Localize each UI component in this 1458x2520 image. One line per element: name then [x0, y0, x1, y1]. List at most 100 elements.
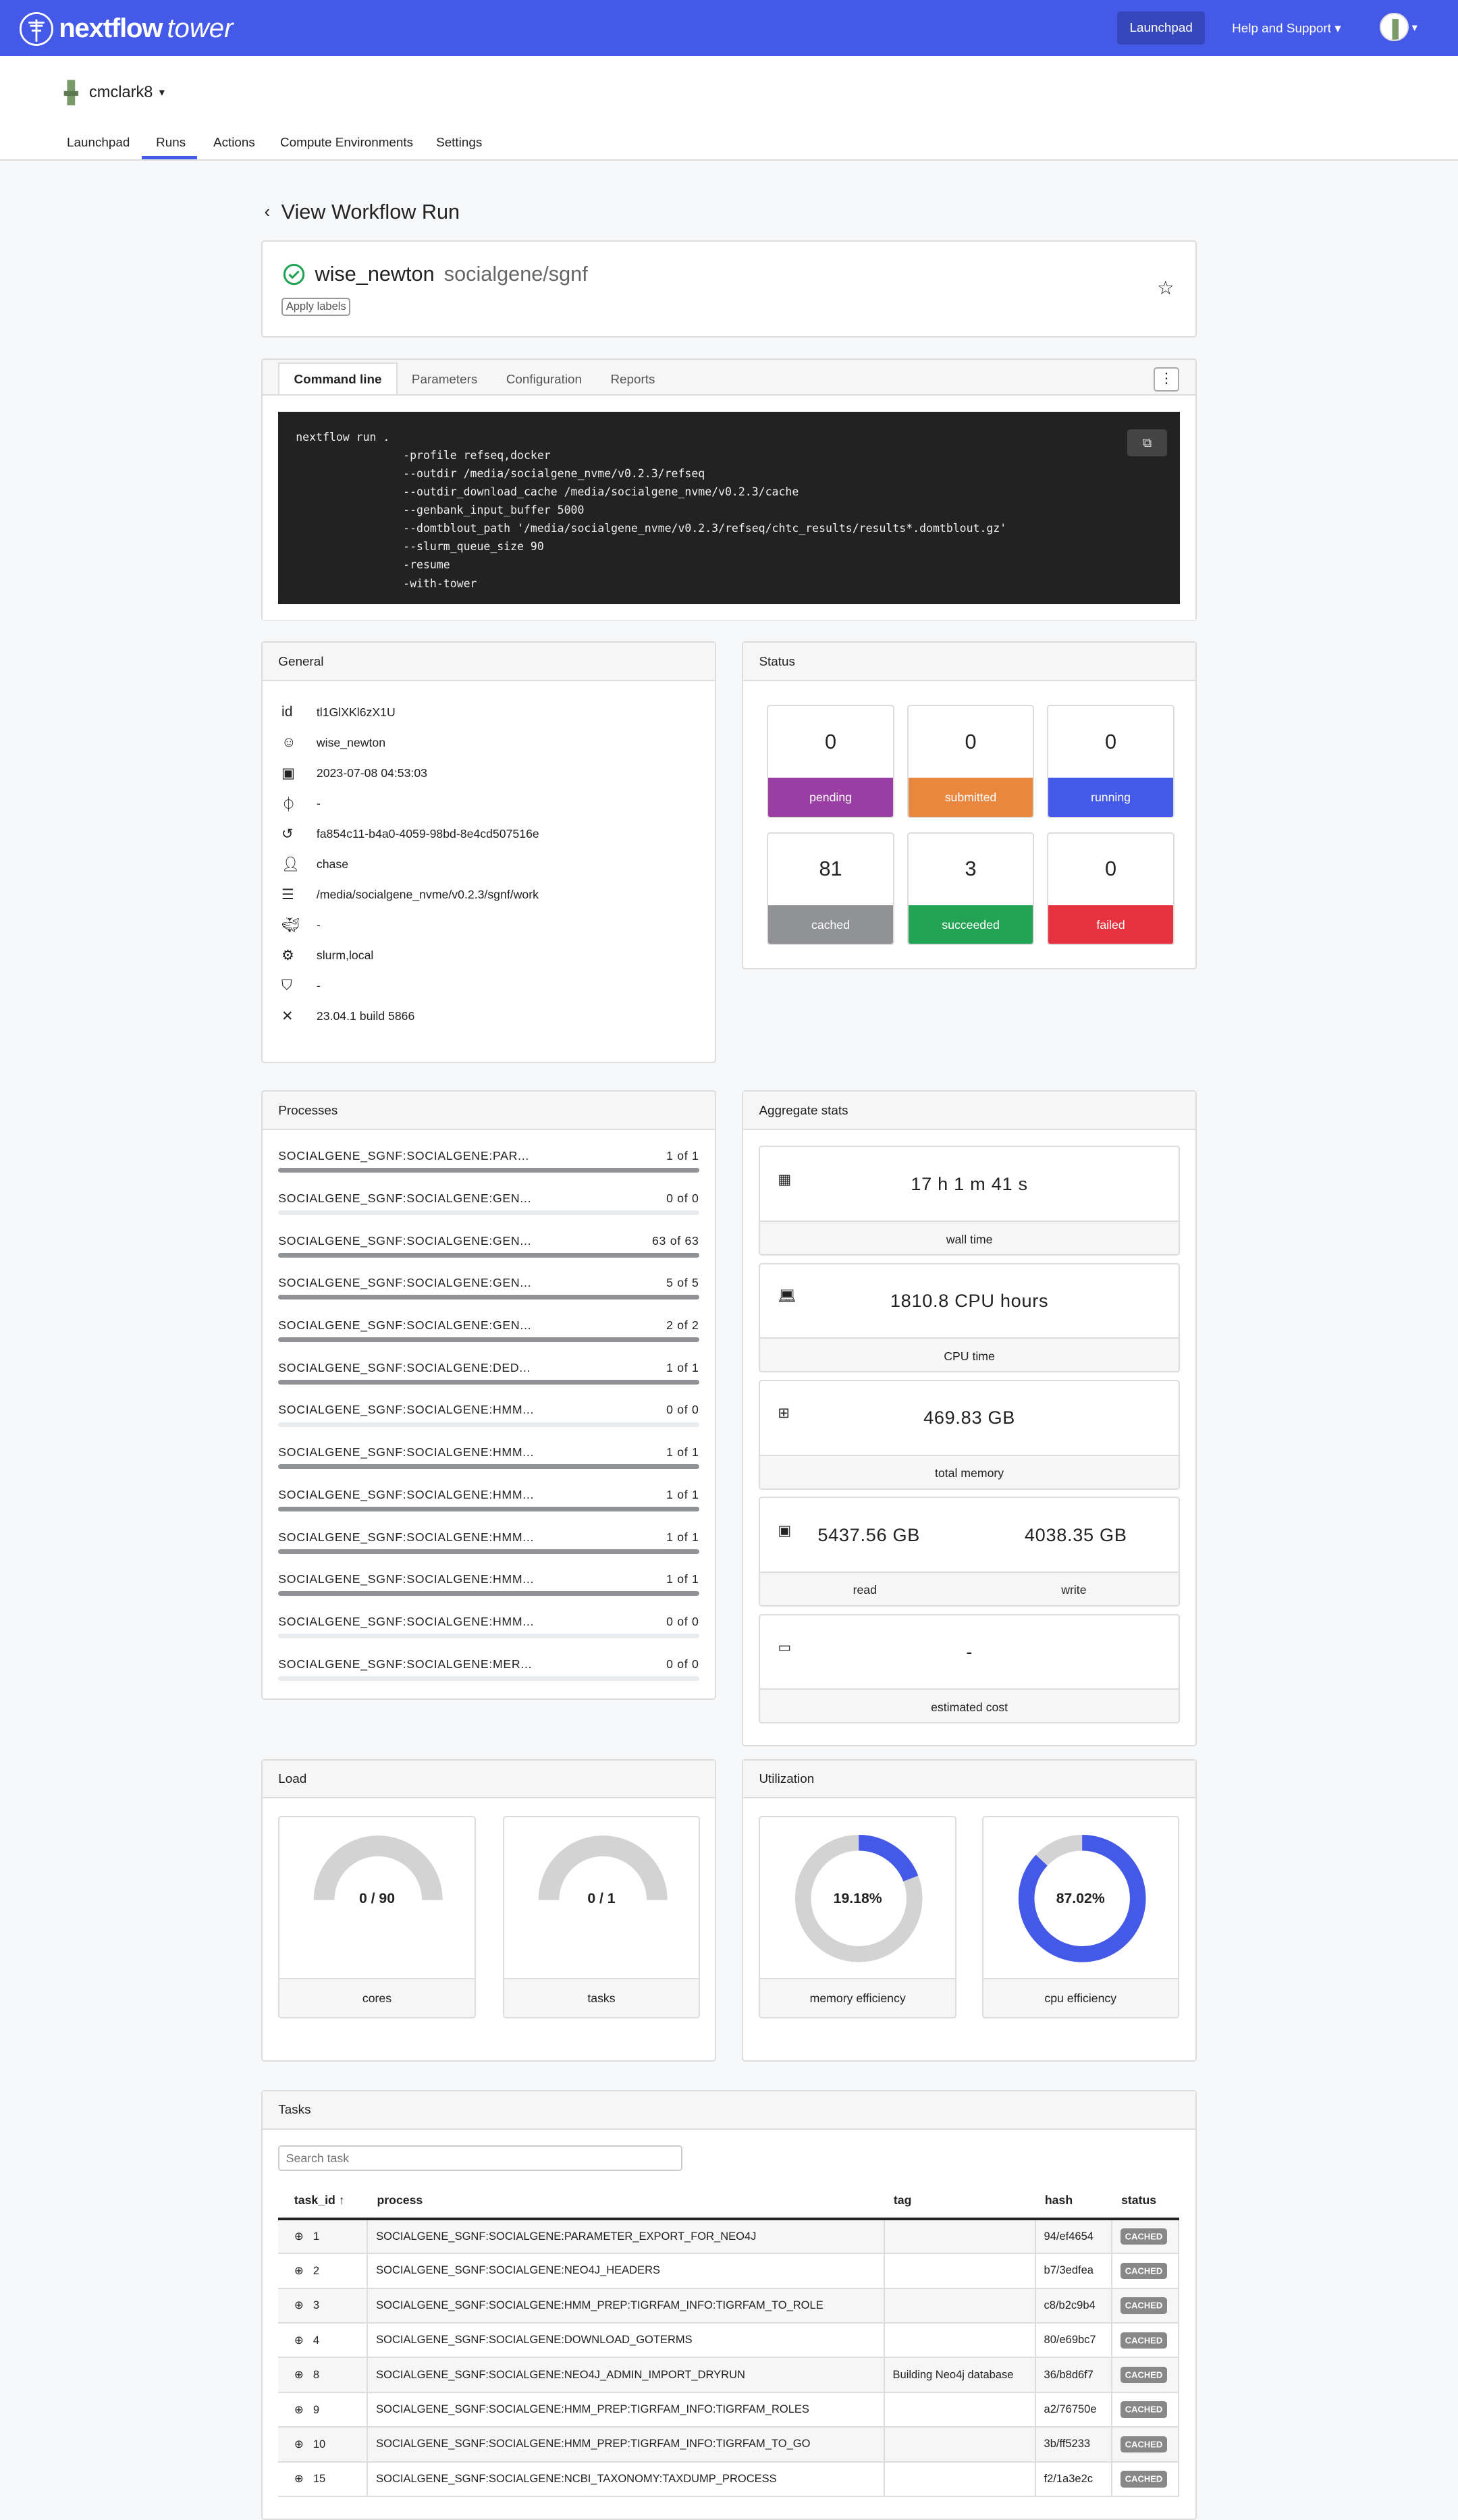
pipeline-name[interactable]: socialgene/sgnf: [444, 263, 588, 286]
status-badge: CACHED: [1120, 2262, 1168, 2280]
table-row[interactable]: ⊕ 3 SOCIALGENE_SGNF:SOCIALGENE:HMM_PREP:TI…: [278, 2288, 1179, 2324]
brand-name: nextflow: [59, 13, 163, 43]
general-row: ⛉ -: [281, 971, 696, 1001]
col-status[interactable]: status: [1111, 2183, 1179, 2220]
process-item[interactable]: SOCIALGENE_SGNF:SOCIALGENE:HMM... 1 of 1: [263, 1476, 715, 1519]
more-options-icon[interactable]: ⋮: [1154, 367, 1179, 392]
task-tag: [884, 2323, 1036, 2359]
process-item[interactable]: SOCIALGENE_SGNF:SOCIALGENE:GEN... 0 of 0: [263, 1180, 715, 1223]
task-id: 8: [313, 2369, 320, 2382]
general-row: ⚙ slurm,local: [281, 940, 696, 971]
col-process[interactable]: process: [367, 2183, 884, 2220]
nav-tab-launchpad[interactable]: Launchpad: [67, 135, 130, 150]
back-chevron-icon[interactable]: ‹: [264, 203, 270, 222]
process-item[interactable]: SOCIALGENE_SGNF:SOCIALGENE:HMM... 1 of 1: [263, 1435, 715, 1477]
expand-icon[interactable]: ⊕: [294, 2265, 304, 2277]
task-tag: [884, 2392, 1036, 2428]
apply-labels-button[interactable]: Apply labels: [281, 297, 351, 317]
expand-icon[interactable]: ⊕: [294, 2299, 304, 2311]
user-avatar[interactable]: [1380, 12, 1409, 42]
general-row: ▣ 2023-07-08 04:53:03: [281, 758, 696, 788]
cpu-time-value: 1810.8 CPU hours: [890, 1290, 1049, 1312]
task-id-cell: ⊕ 15: [278, 2461, 369, 2498]
expand-icon[interactable]: ⊕: [294, 2230, 304, 2243]
general-card: General id tl1GlXKl6zX1U ☺ wise_newton ▣ 2023…: [261, 641, 717, 1064]
process-progress-fill: [278, 1549, 699, 1554]
task-id: 1: [313, 2230, 320, 2243]
general-title: General: [262, 643, 716, 681]
copy-icon[interactable]: ⧉: [1127, 429, 1167, 457]
nav-tab-runs[interactable]: Runs: [156, 135, 186, 150]
caret-down-icon[interactable]: ▾: [1412, 21, 1418, 34]
process-item[interactable]: SOCIALGENE_SGNF:SOCIALGENE:GEN... 2 of 2: [263, 1308, 715, 1350]
general-row: 👤︎ chase: [281, 849, 696, 880]
load-title: Load: [262, 1760, 716, 1799]
task-tag: Building Neo4j database: [884, 2357, 1036, 2393]
table-row[interactable]: ⊕ 10 SOCIALGENE_SGNF:SOCIALGENE:HMM_PREP:T…: [278, 2427, 1179, 2463]
process-item[interactable]: SOCIALGENE_SGNF:SOCIALGENE:GEN... 5 of 5: [263, 1265, 715, 1308]
task-status-cell: CACHED: [1111, 2288, 1179, 2324]
process-progress-bar: [278, 1422, 699, 1427]
expand-icon[interactable]: ⊕: [294, 2369, 304, 2381]
process-item[interactable]: SOCIALGENE_SGNF:SOCIALGENE:MMS...1 of 1: [263, 1688, 715, 1698]
status-count: 0: [825, 730, 837, 753]
process-item[interactable]: SOCIALGENE_SGNF:SOCIALGENE:PAR... 1 of 1: [263, 1138, 715, 1181]
tab-command-line[interactable]: Command line: [278, 362, 398, 395]
process-item[interactable]: SOCIALGENE_SGNF:SOCIALGENE:HMM... 0 of 0: [263, 1604, 715, 1646]
nav-tab-compute-environments[interactable]: Compute Environments: [280, 135, 413, 150]
org-name: cmclark8: [89, 83, 153, 101]
memory-efficiency-donut: 19.18% memory efficiency: [759, 1816, 956, 2018]
expand-icon[interactable]: ⊕: [294, 2404, 304, 2416]
task-id-cell: ⊕ 9: [278, 2392, 369, 2428]
table-row[interactable]: ⊕ 15 SOCIALGENE_SGNF:SOCIALGENE:NCBI_TAXON…: [278, 2461, 1179, 2498]
org-avatar-icon: [63, 79, 78, 105]
expand-icon[interactable]: ⊕: [294, 2334, 304, 2347]
search-task-input[interactable]: [278, 2145, 683, 2172]
general-row: id tl1GlXKl6zX1U: [281, 697, 696, 727]
tab-reports[interactable]: Reports: [596, 364, 669, 395]
status-count: 0: [1105, 730, 1117, 753]
status-badge: CACHED: [1120, 2366, 1168, 2384]
table-row[interactable]: ⊕ 4 SOCIALGENE_SGNF:SOCIALGENE:DOWNLOAD_GO…: [278, 2323, 1179, 2359]
process-count: 1 of 1: [666, 1530, 699, 1544]
general-value: -: [316, 978, 321, 992]
process-item[interactable]: SOCIALGENE_SGNF:SOCIALGENE:HMM... 0 of 0: [263, 1392, 715, 1435]
process-progress-bar: [278, 1379, 699, 1385]
nav-tab-settings[interactable]: Settings: [436, 135, 482, 150]
command-line-code: nextflow run . -profile refseq,docker --…: [278, 412, 1180, 605]
help-support-menu[interactable]: Help and Support ▾: [1232, 21, 1341, 36]
table-row[interactable]: ⊕ 9 SOCIALGENE_SGNF:SOCIALGENE:HMM_PREP:TI…: [278, 2392, 1179, 2428]
table-row[interactable]: ⊕ 8 SOCIALGENE_SGNF:SOCIALGENE:NEO4J_ADMIN…: [278, 2357, 1179, 2393]
tab-configuration[interactable]: Configuration: [492, 364, 597, 395]
general-row: ✕ 23.04.1 build 5866: [281, 1001, 696, 1031]
server-icon: ☰: [281, 886, 295, 903]
table-row[interactable]: ⊕ 2 SOCIALGENE_SGNF:SOCIALGENE:NEO4J_HEADE…: [278, 2253, 1179, 2289]
utilization-card: Utilization 19.18% memory efficiency 87.0…: [741, 1759, 1197, 2062]
col-hash[interactable]: hash: [1035, 2183, 1112, 2220]
nextflow-tower-logo[interactable]: nextflow tower: [19, 11, 233, 47]
nav-tab-actions[interactable]: Actions: [213, 135, 255, 150]
expand-icon[interactable]: ⊕: [294, 2473, 304, 2485]
process-item[interactable]: SOCIALGENE_SGNF:SOCIALGENE:HMM... 1 of 1: [263, 1561, 715, 1604]
process-name: SOCIALGENE_SGNF:SOCIALGENE:HMM...: [278, 1487, 535, 1501]
task-process: SOCIALGENE_SGNF:SOCIALGENE:NCBI_TAXONOMY…: [367, 2461, 885, 2498]
laptop-icon: 💻︎: [778, 1289, 797, 1305]
process-item[interactable]: SOCIALGENE_SGNF:SOCIALGENE:GEN... 63 of 6…: [263, 1223, 715, 1265]
general-row: ☰ /media/socialgene_nvme/v0.2.3/sgnf/work: [281, 880, 696, 910]
process-item[interactable]: SOCIALGENE_SGNF:SOCIALGENE:DED... 1 of 1: [263, 1349, 715, 1392]
org-selector[interactable]: cmclark8 ▾: [61, 78, 165, 107]
tab-parameters[interactable]: Parameters: [398, 364, 492, 395]
table-row[interactable]: ⊕ 1 SOCIALGENE_SGNF:SOCIALGENE:PARAMETER_E…: [278, 2218, 1179, 2255]
task-id: 15: [313, 2473, 326, 2486]
process-item[interactable]: SOCIALGENE_SGNF:SOCIALGENE:HMM... 1 of 1: [263, 1519, 715, 1561]
process-item[interactable]: SOCIALGENE_SGNF:SOCIALGENE:MER... 0 of 0: [263, 1646, 715, 1688]
task-tag: [884, 2461, 1036, 2498]
col-tag[interactable]: tag: [884, 2183, 1035, 2220]
star-icon[interactable]: ☆: [1157, 277, 1174, 299]
col-task-id[interactable]: task_id ↑: [278, 2183, 368, 2220]
expand-icon[interactable]: ⊕: [294, 2438, 304, 2450]
calendar-icon: ▣: [281, 765, 296, 781]
process-name: SOCIALGENE_SGNF:SOCIALGENE:GEN...: [278, 1191, 532, 1205]
launchpad-button[interactable]: Launchpad: [1117, 11, 1206, 45]
process-progress-bar: [278, 1337, 699, 1343]
